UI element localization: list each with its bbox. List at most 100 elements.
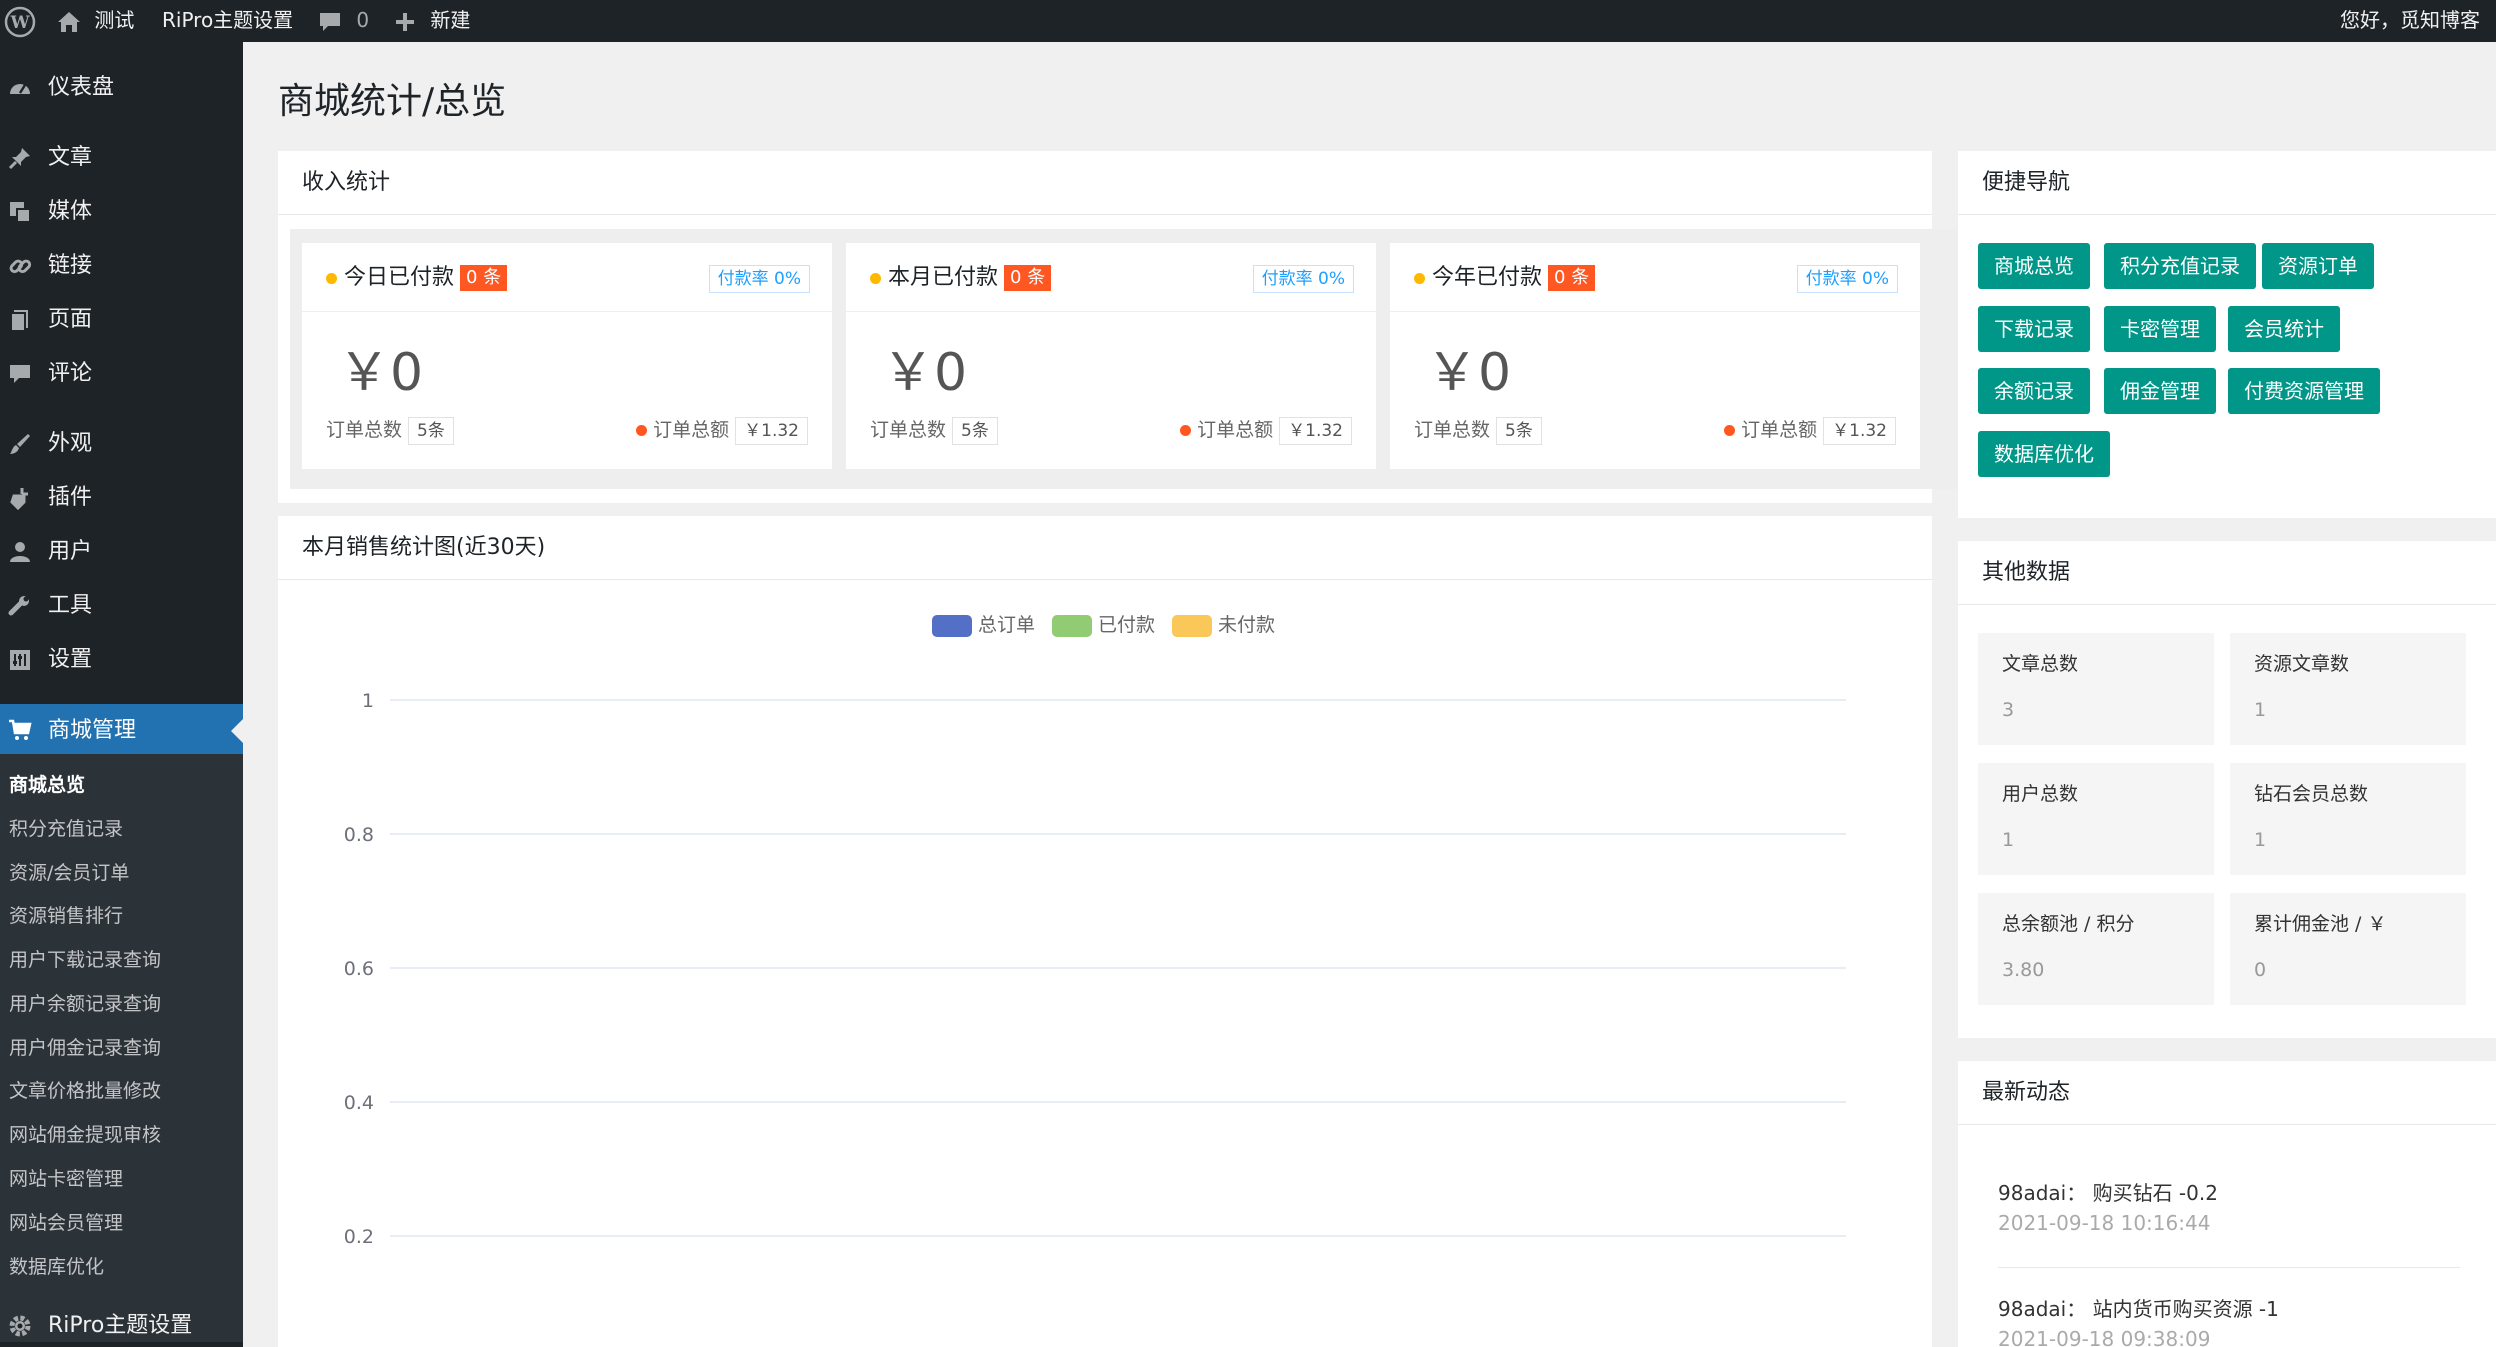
orders-total-label: 订单总额 [653, 419, 730, 441]
stat-card-amount: ￥0 [1426, 343, 1512, 403]
submenu-item-members[interactable]: 网站会员管理 [9, 1210, 123, 1236]
data-card-balance-pool: 总余额池 / 积分 3.80 [1978, 893, 2214, 1005]
sidebar-item-shop[interactable]: 商城管理 [0, 704, 243, 758]
y-tick-label: 0.4 [344, 1092, 374, 1114]
submenu-item-balance-records[interactable]: 用户余额记录查询 [9, 991, 161, 1017]
nav-button-download-records[interactable]: 下载记录 [1978, 306, 2090, 352]
sidebar-item-posts[interactable]: 文章 [0, 138, 243, 178]
y-tick-label: 0.6 [344, 958, 374, 980]
comment-bubble-icon [318, 8, 342, 32]
admin-sidebar: 仪表盘 文章 媒体 链接 页面 评论 外观 插件 用户 工具 设置 商城管理 商… [0, 42, 243, 1347]
user-icon [8, 540, 32, 564]
data-card-label: 总余额池 / 积分 [2002, 913, 2135, 935]
comments-link[interactable]: 0 [318, 0, 369, 42]
sidebar-item-plugins[interactable]: 插件 [0, 478, 243, 518]
nav-button-paid-resources[interactable]: 付费资源管理 [2228, 368, 2380, 414]
sidebar-item-label: 商城管理 [48, 718, 137, 743]
new-label: 新建 [430, 8, 471, 32]
orders-total-row: 订单总额 ￥1.32 [1724, 415, 1896, 445]
legend-item-unpaid[interactable]: 未付款 [1172, 610, 1275, 637]
orders-count-row: 订单总数 5条 [1414, 415, 1542, 445]
sidebar-item-ripro-settings[interactable]: RiPro主题设置 [0, 1306, 243, 1346]
sidebar-item-pages[interactable]: 页面 [0, 300, 243, 340]
theme-settings-label: RiPro主题设置 [162, 8, 294, 32]
stat-card-header: 今年已付款 0 条 付款率 0% [1390, 243, 1920, 312]
submenu-item-download-records[interactable]: 用户下载记录查询 [9, 947, 161, 973]
sidebar-item-settings[interactable]: 设置 [0, 640, 243, 680]
sidebar-item-dashboard[interactable]: 仪表盘 [0, 68, 243, 108]
stat-card-month: 本月已付款 0 条 付款率 0% ￥0 订单总数 5条 订单总额 ￥1.32 [846, 243, 1376, 469]
nav-button-shop-overview[interactable]: 商城总览 [1978, 243, 2090, 289]
data-card-value: 1 [2254, 829, 2267, 851]
nav-button-db-optimize[interactable]: 数据库优化 [1978, 431, 2110, 477]
dashboard-icon [8, 76, 32, 100]
submenu-item-sales-ranking[interactable]: 资源销售排行 [9, 903, 123, 929]
nav-button-member-stats[interactable]: 会员统计 [2228, 306, 2340, 352]
status-dot [636, 425, 648, 436]
sidebar-item-links[interactable]: 链接 [0, 246, 243, 286]
submenu-item-db-optimize[interactable]: 数据库优化 [9, 1254, 104, 1280]
media-icon [8, 200, 32, 224]
orders-total-label: 订单总额 [1197, 419, 1274, 441]
nav-button-card-keys[interactable]: 卡密管理 [2104, 306, 2216, 352]
submenu-item-card-keys[interactable]: 网站卡密管理 [9, 1166, 123, 1192]
submenu-item-commission-records[interactable]: 用户佣金记录查询 [9, 1035, 161, 1061]
wrench-icon [8, 594, 32, 618]
count-badge: 0 条 [460, 265, 508, 291]
other-data-panel: 其他数据 文章总数 3 资源文章数 1 用户总数 1 钻石会员总数 1 总余额池… [1958, 541, 2496, 1038]
theme-settings-link[interactable]: RiPro主题设置 [162, 0, 293, 42]
orders-count-value: 5条 [952, 417, 998, 445]
shop-submenu: 商城总览 积分充值记录 资源/会员订单 资源销售排行 用户下载记录查询 用户余额… [0, 754, 243, 1342]
payment-rate-badge: 付款率 0% [708, 265, 810, 293]
home-icon [56, 8, 82, 32]
plugin-icon [8, 486, 32, 511]
legend-label: 总订单 [978, 614, 1036, 636]
nav-button-resource-orders[interactable]: 资源订单 [2262, 243, 2374, 289]
wordpress-logo-icon[interactable]: W [4, 0, 36, 42]
count-badge: 0 条 [1548, 265, 1596, 291]
nav-button-commission[interactable]: 佣金管理 [2104, 368, 2216, 414]
legend-item-total-orders[interactable]: 总订单 [932, 610, 1035, 637]
sidebar-item-label: 外观 [48, 431, 93, 456]
activity-panel: 最新动态 98adai： 购买钻石 -0.2 2021-09-18 10:16:… [1958, 1061, 2496, 1347]
payment-rate-badge: 付款率 0% [1252, 265, 1354, 293]
y-tick-label: 1 [362, 690, 374, 712]
activity-time: 2021-09-18 09:38:09 [1998, 1327, 2211, 1347]
orders-count-label: 订单总数 [1414, 419, 1491, 441]
nav-button-points-recharge[interactable]: 积分充值记录 [2104, 243, 2256, 289]
activity-title: 最新动态 [1958, 1061, 2496, 1125]
stat-card-year: 今年已付款 0 条 付款率 0% ￥0 订单总数 5条 订单总额 ￥1.32 [1390, 243, 1920, 469]
data-card-commission-pool: 累计佣金池 / ￥ 0 [2230, 893, 2466, 1005]
submenu-item-overview[interactable]: 商城总览 [9, 772, 85, 798]
stat-card-title: 今日已付款 [344, 265, 455, 290]
quick-nav-panel: 便捷导航 商城总览 积分充值记录 资源订单 下载记录 卡密管理 会员统计 余额记… [1958, 151, 2496, 518]
submenu-item-withdraw-review[interactable]: 网站佣金提现审核 [9, 1122, 161, 1148]
orders-total-label: 订单总额 [1741, 419, 1818, 441]
admin-bar: W 测试 RiPro主题设置 0 新建 您好，觅知博客 [0, 0, 2496, 42]
sidebar-item-comments[interactable]: 评论 [0, 354, 243, 394]
sidebar-item-label: 插件 [48, 485, 93, 510]
site-name-link[interactable]: 测试 [56, 0, 134, 42]
y-tick-label: 0.2 [344, 1226, 374, 1248]
stat-card-title-row: 今年已付款 0 条 [1414, 265, 1596, 291]
my-account-link[interactable]: 您好，觅知博客 [2340, 0, 2480, 42]
sidebar-item-media[interactable]: 媒体 [0, 192, 243, 232]
new-content-link[interactable]: 新建 [394, 0, 470, 42]
sidebar-item-appearance[interactable]: 外观 [0, 424, 243, 464]
data-card-value: 1 [2254, 699, 2267, 721]
other-data-title: 其他数据 [1958, 541, 2496, 605]
comments-count: 0 [356, 8, 370, 32]
data-card-value: 1 [2002, 829, 2015, 851]
submenu-item-price-bulk-edit[interactable]: 文章价格批量修改 [9, 1078, 161, 1104]
orders-total-value: ￥1.32 [735, 417, 808, 445]
nav-button-balance-records[interactable]: 余额记录 [1978, 368, 2090, 414]
sidebar-item-tools[interactable]: 工具 [0, 586, 243, 626]
status-dot [1180, 425, 1192, 436]
payment-rate-badge: 付款率 0% [1796, 265, 1898, 293]
legend-item-paid[interactable]: 已付款 [1052, 610, 1155, 637]
submenu-item-points-recharge[interactable]: 积分充值记录 [9, 816, 123, 842]
submenu-item-orders[interactable]: 资源/会员订单 [9, 860, 129, 886]
stat-card-header: 本月已付款 0 条 付款率 0% [846, 243, 1376, 312]
sidebar-item-users[interactable]: 用户 [0, 532, 243, 572]
sidebar-item-label: 仪表盘 [48, 75, 115, 100]
